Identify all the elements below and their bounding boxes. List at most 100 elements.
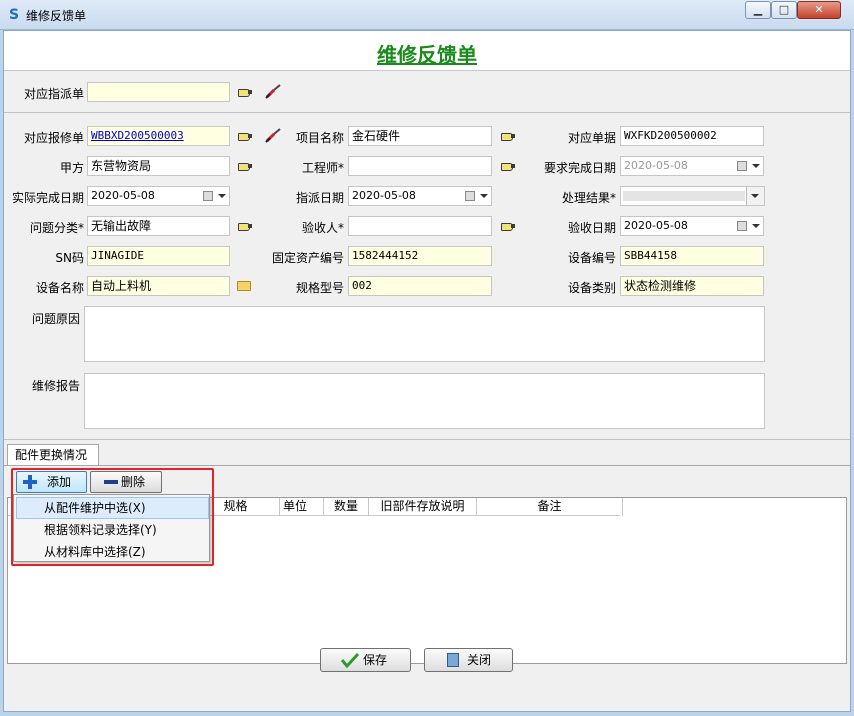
device-type-label: 设备类别 — [567, 281, 616, 295]
close-window-button[interactable]: ✕ — [797, 1, 841, 19]
party-a-label: 甲方 — [59, 161, 84, 175]
pick-hand-icon[interactable] — [237, 130, 253, 142]
pick-hand-icon[interactable] — [500, 160, 516, 172]
window-client: 维修反馈单 对应指派单 对应报修单 WBBXD200500003 项目名称 金石… — [3, 30, 851, 712]
save-label: 保存 — [363, 653, 388, 667]
dispatch-label: 对应指派单 — [23, 87, 84, 101]
add-dropdown-menu: 从配件维护中选(X) 根据领料记录选择(Y) 从材料库中选择(Z) — [13, 494, 210, 562]
sn-label: SN码 — [55, 251, 84, 265]
device-name-field[interactable]: 自动上料机 — [87, 276, 230, 296]
pick-hand-icon[interactable] — [500, 130, 516, 142]
party-a-field[interactable]: 东营物资局 — [87, 156, 230, 176]
save-button[interactable]: 保存 — [320, 648, 411, 672]
maximize-button[interactable]: □ — [771, 1, 797, 19]
repair-order-field[interactable]: WBBXD200500003 — [87, 126, 230, 146]
clear-brush-icon[interactable] — [265, 83, 283, 99]
folder-icon[interactable] — [237, 281, 251, 291]
checker-label: 验收人* — [301, 221, 344, 235]
chevron-down-icon — [751, 194, 759, 198]
maximize-icon: □ — [778, 3, 790, 16]
model-field[interactable]: 002 — [348, 276, 492, 296]
req-date-value: 2020-05-08 — [624, 159, 688, 172]
add-part-button[interactable]: 添加 — [16, 471, 87, 493]
check-date-value: 2020-05-08 — [624, 219, 688, 232]
engineer-field[interactable] — [348, 156, 492, 176]
model-label: 规格型号 — [295, 281, 344, 295]
form-header: 维修反馈单 — [4, 31, 850, 71]
column-header-unit[interactable]: 单位 — [267, 498, 324, 516]
assign-date-picker[interactable]: 2020-05-08 — [348, 186, 492, 206]
calendar-icon — [737, 221, 747, 231]
calendar-icon — [737, 161, 747, 171]
cause-textarea[interactable] — [84, 306, 765, 362]
add-part-label: 添加 — [47, 475, 72, 489]
delete-part-button[interactable]: 删除 — [90, 471, 162, 493]
actual-date-picker[interactable]: 2020-05-08 — [87, 186, 230, 206]
calendar-icon — [203, 191, 213, 201]
pick-hand-icon[interactable] — [237, 220, 253, 232]
req-date-label: 要求完成日期 — [543, 161, 616, 175]
result-label: 处理结果* — [561, 191, 616, 205]
sn-field[interactable]: JINAGIDE — [87, 246, 230, 266]
checker-field[interactable] — [348, 216, 492, 236]
project-name-label: 项目名称 — [295, 131, 344, 145]
actual-date-label: 实际完成日期 — [11, 191, 84, 205]
report-textarea[interactable] — [84, 373, 765, 429]
category-label: 问题分类* — [29, 221, 84, 235]
device-no-field[interactable]: SBB44158 — [620, 246, 764, 266]
assign-date-label: 指派日期 — [295, 191, 344, 205]
pick-hand-icon[interactable] — [237, 160, 253, 172]
tab-parts-replacement[interactable]: 配件更换情况 — [7, 444, 99, 466]
pick-hand-icon[interactable] — [237, 86, 253, 98]
checkmark-icon — [341, 652, 359, 668]
pick-hand-icon[interactable] — [500, 220, 516, 232]
menu-item-from-parts[interactable]: 从配件维护中选(X) — [16, 497, 209, 519]
assign-date-value: 2020-05-08 — [352, 189, 416, 202]
column-header-remark[interactable]: 备注 — [477, 498, 623, 516]
column-header-old-part-note[interactable]: 旧部件存放说明 — [369, 498, 477, 516]
close-button[interactable]: 关闭 — [424, 648, 513, 672]
category-field[interactable]: 无输出故障 — [87, 216, 230, 236]
window-titlebar: S 维修反馈单 ▁ □ ✕ — [0, 0, 854, 30]
dispatch-panel: 对应指派单 — [4, 71, 850, 113]
minimize-icon: ▁ — [753, 3, 763, 16]
chevron-down-icon — [218, 194, 226, 198]
minimize-button[interactable]: ▁ — [745, 1, 771, 19]
app-icon: S — [8, 7, 20, 23]
minus-icon — [104, 480, 118, 484]
doc-no-field[interactable]: WXFKD200500002 — [620, 126, 764, 146]
chevron-down-icon — [480, 194, 488, 198]
close-label: 关闭 — [467, 653, 492, 667]
device-name-label: 设备名称 — [35, 281, 84, 295]
exit-door-icon — [447, 653, 459, 667]
check-date-label: 验收日期 — [567, 221, 616, 235]
actual-date-value: 2020-05-08 — [91, 189, 155, 202]
dispatch-field[interactable] — [87, 82, 230, 102]
result-selection — [623, 191, 745, 201]
asset-no-field[interactable]: 1582444152 — [348, 246, 492, 266]
plus-icon — [23, 475, 37, 489]
req-date-picker[interactable]: 2020-05-08 — [620, 156, 764, 176]
chevron-down-icon — [752, 164, 760, 168]
column-header-qty[interactable]: 数量 — [324, 498, 369, 516]
delete-part-label: 删除 — [121, 475, 146, 489]
menu-item-from-material-store[interactable]: 从材料库中选择(Z) — [16, 541, 209, 563]
doc-no-label: 对应单据 — [567, 131, 616, 145]
report-label: 维修报告 — [31, 379, 80, 393]
engineer-label: 工程师* — [301, 161, 344, 175]
menu-item-from-requisition[interactable]: 根据领料记录选择(Y) — [16, 519, 209, 541]
main-fields-panel: 对应报修单 WBBXD200500003 项目名称 金石硬件 对应单据 WXFK… — [4, 114, 850, 440]
chevron-down-icon — [752, 224, 760, 228]
device-no-label: 设备编号 — [567, 251, 616, 265]
result-dropdown-button[interactable] — [746, 187, 764, 205]
result-dropdown[interactable] — [620, 186, 765, 206]
asset-no-label: 固定资产编号 — [271, 251, 344, 265]
repair-order-label: 对应报修单 — [23, 131, 84, 145]
cause-label: 问题原因 — [31, 312, 80, 326]
calendar-icon — [465, 191, 475, 201]
window-title: 维修反馈单 — [26, 9, 87, 23]
check-date-picker[interactable]: 2020-05-08 — [620, 216, 764, 236]
device-type-field[interactable]: 状态检测维修 — [620, 276, 764, 296]
project-name-field[interactable]: 金石硬件 — [348, 126, 492, 146]
close-icon: ✕ — [814, 3, 824, 16]
